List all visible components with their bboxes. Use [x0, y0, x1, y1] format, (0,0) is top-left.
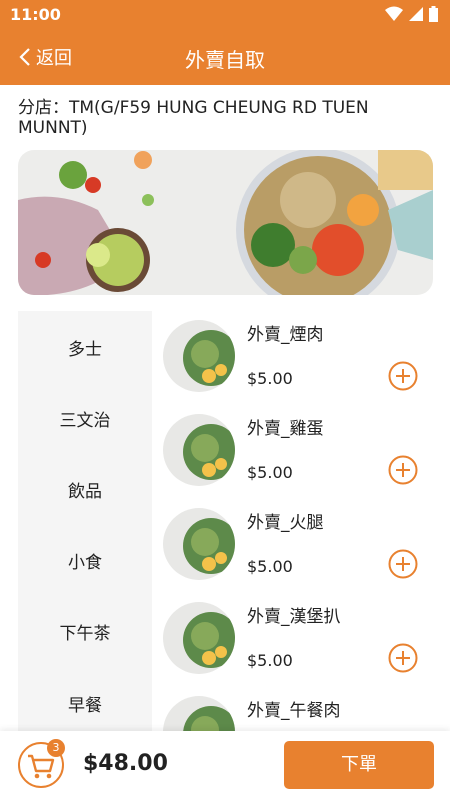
branch-info: 分店：TM(G/F59 HUNG CHEUNG RD TUEN MUNNT)	[18, 98, 369, 138]
product-price: $5.00	[247, 557, 293, 576]
category-item[interactable]: 飲品	[18, 477, 152, 502]
category-item[interactable]: 多士	[18, 335, 152, 360]
status-time: 11:00	[10, 5, 61, 24]
app-header: 11:00 返回 外賣自取	[0, 0, 450, 85]
product-price: $5.00	[247, 369, 293, 388]
status-icons	[385, 6, 438, 22]
banner-image	[18, 150, 433, 295]
wifi-icon	[385, 6, 403, 21]
cart-bar: 3 $48.00 下單	[0, 731, 450, 800]
category-item[interactable]: 小食	[18, 548, 152, 573]
category-item[interactable]: 早餐	[18, 691, 152, 716]
place-order-button[interactable]: 下單	[284, 741, 434, 789]
status-bar: 11:00	[0, 0, 450, 30]
cart-button[interactable]: 3	[17, 739, 65, 789]
battery-icon	[429, 6, 438, 22]
product-item[interactable]: 外賣_雞蛋 $5.00	[160, 405, 450, 499]
product-name: 外賣_雞蛋	[247, 419, 324, 439]
product-price: $5.00	[247, 651, 293, 670]
product-item[interactable]: 外賣_煙肉 $5.00	[160, 311, 450, 405]
product-name: 外賣_煙肉	[247, 325, 324, 345]
page-title: 外賣自取	[185, 48, 265, 72]
product-name: 外賣_火腿	[247, 513, 324, 533]
category-list: 多士 三文治 飲品 小食 下午茶 早餐	[18, 311, 152, 731]
signal-icon	[409, 7, 423, 21]
add-icon[interactable]	[388, 361, 418, 391]
add-icon[interactable]	[388, 643, 418, 673]
product-price: $5.00	[247, 463, 293, 482]
product-item[interactable]: 外賣_火腿 $5.00	[160, 499, 450, 593]
product-image	[163, 508, 235, 580]
product-image	[163, 414, 235, 486]
product-item[interactable]: 外賣_午餐肉	[160, 687, 450, 731]
cart-total: $48.00	[83, 751, 168, 776]
add-icon[interactable]	[388, 549, 418, 579]
add-icon[interactable]	[388, 455, 418, 485]
product-item[interactable]: 外賣_漢堡扒 $5.00	[160, 593, 450, 687]
product-image	[163, 602, 235, 674]
product-list: 外賣_煙肉 $5.00 外賣_雞蛋 $5.00 外賣_火腿 $5.00 外賣_漢…	[160, 311, 450, 731]
product-image	[163, 320, 235, 392]
category-item[interactable]: 下午茶	[18, 619, 152, 644]
product-name: 外賣_漢堡扒	[247, 607, 341, 627]
product-name: 外賣_午餐肉	[247, 701, 341, 721]
product-image	[163, 696, 235, 731]
category-item[interactable]: 三文治	[18, 406, 152, 431]
cart-count-badge: 3	[47, 739, 65, 757]
